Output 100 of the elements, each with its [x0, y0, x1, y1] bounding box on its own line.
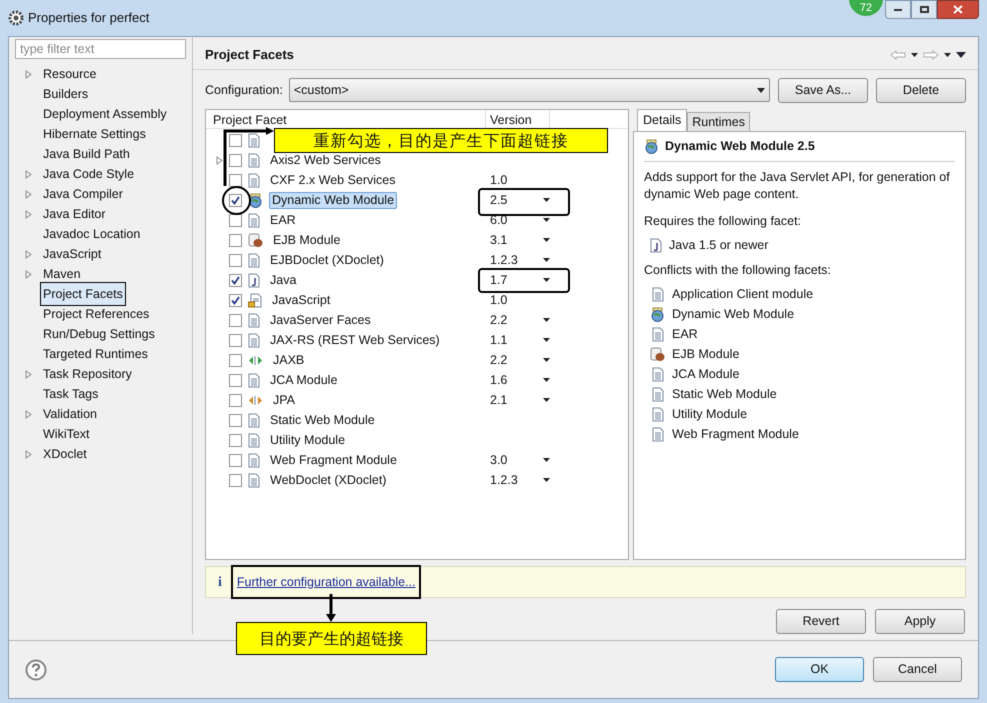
help-icon[interactable] — [25, 658, 47, 680]
column-header[interactable]: Version — [490, 113, 532, 127]
facet-version[interactable]: 1.0 — [490, 173, 508, 187]
expand-arrow-icon[interactable] — [25, 250, 32, 258]
dropdown-caret-icon[interactable] — [543, 198, 550, 202]
facet-checkbox[interactable] — [229, 274, 242, 286]
expand-arrow-icon[interactable] — [25, 270, 32, 278]
forward-arrow-icon[interactable] — [923, 50, 939, 60]
facet-checkbox[interactable] — [229, 314, 242, 326]
sidebar-item[interactable]: Task Tags — [40, 384, 102, 404]
sidebar-item[interactable]: Javadoc Location — [40, 224, 144, 244]
sidebar-item[interactable]: WikiText — [40, 424, 93, 444]
sidebar-item[interactable]: Project Facets — [40, 282, 126, 306]
facet-version[interactable]: 2.5 — [490, 193, 508, 207]
facet-name[interactable]: JavaScript — [268, 292, 334, 308]
sidebar-item[interactable]: Maven — [40, 264, 84, 284]
page-button[interactable]: Revert — [776, 609, 866, 634]
facet-checkbox[interactable] — [229, 354, 242, 366]
dropdown-caret-icon[interactable] — [543, 398, 550, 402]
facet-checkbox[interactable] — [229, 134, 242, 146]
facet-name[interactable]: Java — [266, 272, 300, 288]
details-tab[interactable]: Details — [637, 109, 688, 131]
expand-arrow-icon[interactable] — [25, 450, 32, 458]
minimize-button[interactable] — [885, 0, 911, 19]
maximize-button[interactable] — [911, 0, 937, 19]
sidebar-item[interactable]: Task Repository — [40, 364, 135, 384]
facet-name[interactable]: JAX-RS (REST Web Services) — [266, 332, 444, 348]
back-arrow-icon[interactable] — [890, 50, 906, 60]
sidebar-item[interactable]: JavaScript — [40, 244, 104, 264]
facet-checkbox[interactable] — [229, 454, 242, 466]
facet-checkbox[interactable] — [229, 234, 242, 246]
facet-checkbox[interactable] — [229, 434, 242, 446]
view-menu-icon[interactable] — [956, 52, 966, 58]
dropdown-caret-icon[interactable] — [543, 278, 550, 282]
expand-arrow-icon[interactable] — [25, 210, 32, 218]
facet-name[interactable]: JAXB — [269, 352, 308, 368]
facet-name[interactable]: Axis2 Web Services — [266, 152, 385, 168]
facet-checkbox[interactable] — [229, 254, 242, 266]
facet-version[interactable]: 1.2.3 — [490, 253, 518, 267]
sidebar-item[interactable]: Builders — [40, 84, 92, 104]
dropdown-caret-icon[interactable] — [543, 238, 550, 242]
expand-arrow-icon[interactable] — [25, 410, 32, 418]
dropdown-caret-icon[interactable] — [911, 52, 918, 56]
dropdown-caret-icon[interactable] — [543, 318, 550, 322]
page-action-button[interactable]: Save As... — [778, 78, 868, 102]
facet-checkbox[interactable] — [229, 214, 242, 226]
facet-name[interactable]: Web Fragment Module — [266, 452, 401, 468]
page-button[interactable]: Apply — [875, 609, 965, 634]
sidebar-item[interactable]: Project References — [40, 304, 152, 324]
dropdown-caret-icon[interactable] — [543, 338, 550, 342]
facet-name[interactable]: WebDoclet (XDoclet) — [266, 472, 390, 488]
expand-arrow-icon[interactable] — [25, 170, 32, 178]
facet-version[interactable]: 1.6 — [490, 373, 508, 387]
facet-version[interactable]: 2.1 — [490, 393, 508, 407]
sidebar-item[interactable]: Resource — [40, 64, 100, 84]
facet-checkbox[interactable] — [229, 394, 242, 406]
expand-arrow-icon[interactable] — [25, 70, 32, 78]
sidebar-item[interactable]: Deployment Assembly — [40, 104, 170, 124]
dropdown-caret-icon[interactable] — [944, 52, 951, 56]
sidebar-item[interactable]: XDoclet — [40, 444, 90, 464]
sidebar-item[interactable]: Targeted Runtimes — [40, 344, 151, 364]
facet-name[interactable]: EJBDoclet (XDoclet) — [266, 252, 388, 268]
further-configuration-link[interactable]: Further configuration available... — [230, 564, 422, 600]
facet-name[interactable]: Static Web Module — [266, 412, 379, 428]
facet-name[interactable]: Dynamic Web Module — [269, 192, 398, 208]
dropdown-caret-icon[interactable] — [543, 358, 550, 362]
facet-version[interactable]: 2.2 — [490, 313, 508, 327]
facet-name[interactable]: Utility Module — [266, 432, 350, 448]
facet-version[interactable]: 1.7 — [490, 273, 508, 287]
facet-version[interactable]: 2.2 — [490, 353, 508, 367]
dropdown-caret-icon[interactable] — [543, 218, 550, 222]
page-action-button[interactable]: Delete — [876, 78, 966, 102]
facet-version[interactable]: 3.1 — [490, 233, 508, 247]
expand-arrow-icon[interactable] — [25, 190, 32, 198]
details-tab[interactable]: Runtimes — [687, 112, 750, 131]
dialog-button[interactable]: OK — [775, 657, 864, 682]
facet-checkbox[interactable] — [229, 294, 242, 306]
configuration-dropdown[interactable]: <custom> — [288, 78, 770, 102]
facet-name[interactable]: EAR — [266, 212, 300, 228]
filter-field[interactable]: type filter text — [15, 39, 186, 59]
facet-name[interactable]: JavaServer Faces — [266, 312, 375, 328]
sidebar-item[interactable]: Java Editor — [40, 204, 109, 224]
column-header[interactable]: Project Facet — [213, 113, 287, 127]
facet-version[interactable]: 1.0 — [490, 293, 508, 307]
facet-version[interactable]: 3.0 — [490, 453, 508, 467]
dropdown-caret-icon[interactable] — [543, 458, 550, 462]
facet-checkbox[interactable] — [229, 374, 242, 386]
sidebar-item[interactable]: Hibernate Settings — [40, 124, 149, 144]
facet-version[interactable]: 1.2.3 — [490, 473, 518, 487]
dropdown-caret-icon[interactable] — [543, 478, 550, 482]
sidebar-item[interactable]: Java Build Path — [40, 144, 133, 164]
dropdown-caret-icon[interactable] — [543, 258, 550, 262]
facet-checkbox[interactable] — [229, 334, 242, 346]
facet-checkbox[interactable] — [229, 174, 242, 186]
dialog-button[interactable]: Cancel — [873, 657, 962, 682]
facet-checkbox[interactable] — [229, 154, 242, 166]
sidebar-item[interactable]: Java Code Style — [40, 164, 138, 184]
dropdown-caret-icon[interactable] — [543, 378, 550, 382]
facet-version[interactable]: 1.1 — [490, 333, 508, 347]
facet-name[interactable]: CXF 2.x Web Services — [266, 172, 400, 188]
